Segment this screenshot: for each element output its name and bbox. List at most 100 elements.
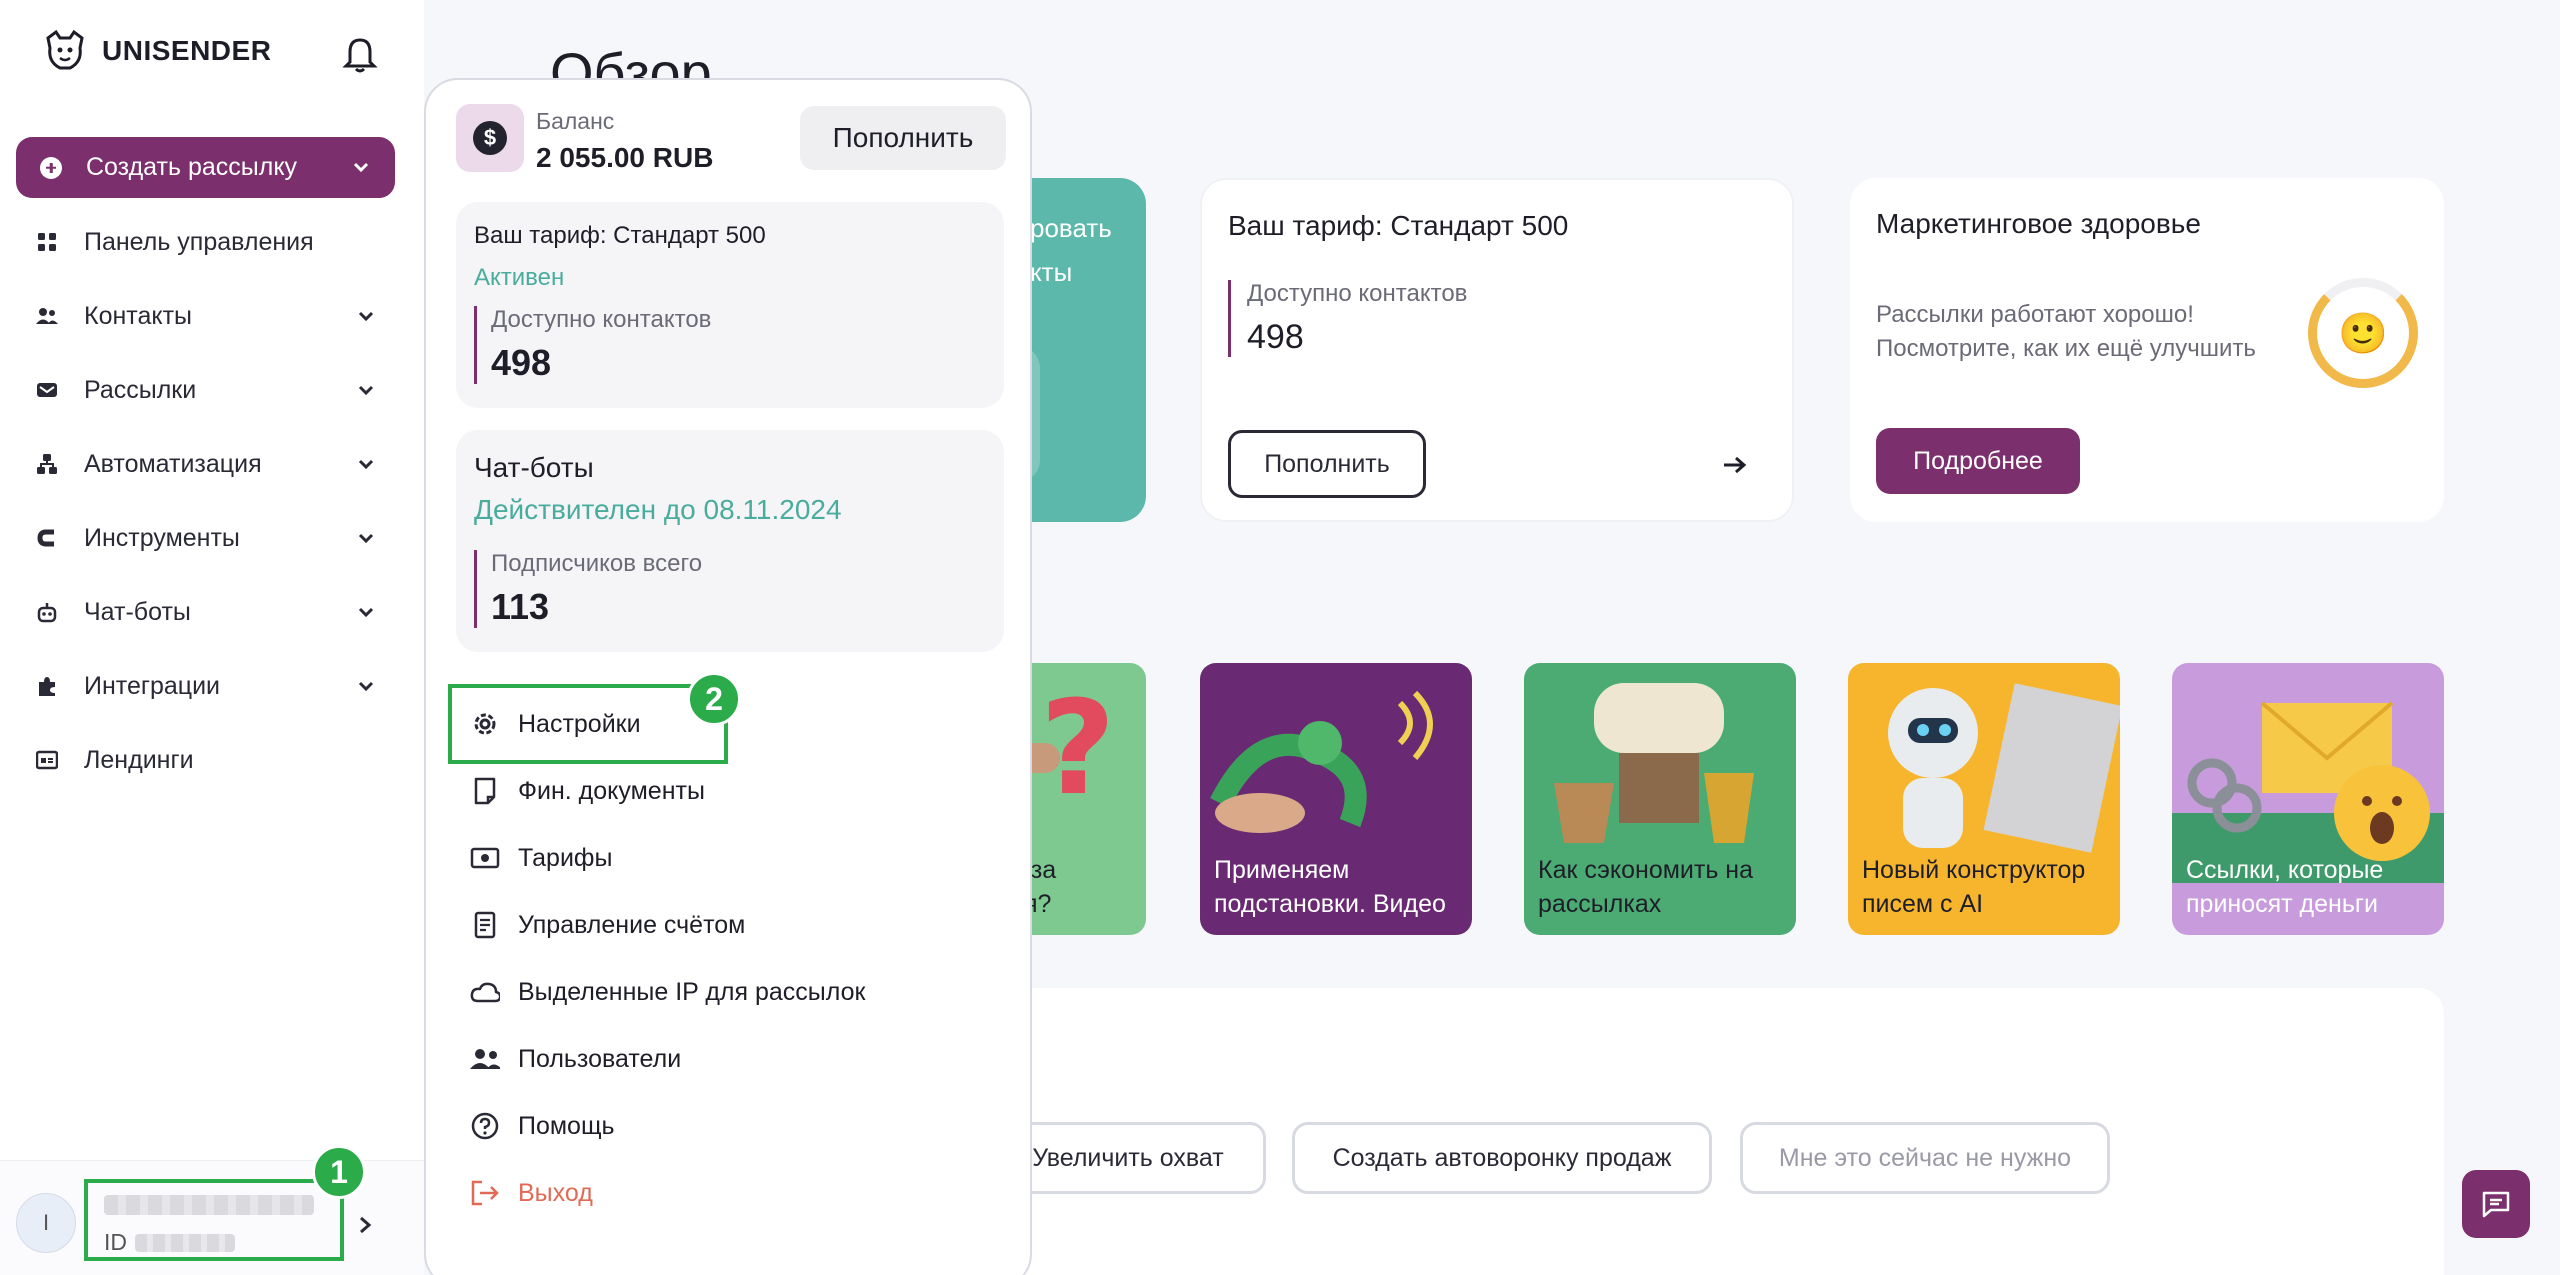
goal-chip-skip[interactable]: Мне это сейчас не нужно [1740, 1122, 2110, 1194]
grid-icon [36, 231, 58, 253]
robot-envelope-illustration [1888, 683, 2120, 853]
article-title: Применяем подстановки. Видео [1214, 853, 1446, 921]
sidebar-item-dashboard[interactable]: Панель управления [36, 222, 376, 262]
tariff-contacts-stat: Доступно контактов 498 [1228, 280, 1467, 357]
article-title-line: рассылках [1538, 890, 1662, 918]
sidebar-item-tools[interactable]: Инструменты [36, 518, 376, 558]
sidebar-item-campaigns[interactable]: Рассылки [36, 370, 376, 410]
article-card[interactable]: Применяем подстановки. Видео [1200, 663, 1472, 935]
logout-icon [470, 1178, 500, 1208]
menu-item-settings[interactable]: Настройки [470, 704, 641, 744]
tariff-arrow-button[interactable] [1702, 432, 1768, 498]
plus-circle-icon [40, 156, 62, 179]
sidebar-item-integrations[interactable]: Интеграции [36, 666, 376, 706]
automation-icon [36, 453, 58, 475]
menu-item-dedicated-ip[interactable]: Выделенные IP для рассылок [470, 972, 866, 1012]
contacts-label: Доступно контактов [491, 306, 712, 333]
chevron-down-icon [358, 459, 374, 470]
article-card[interactable]: Как сэкономить на рассылках [1524, 663, 1796, 935]
arrow-right-icon [1724, 456, 1747, 474]
menu-item-users[interactable]: Пользователи [470, 1039, 681, 1079]
sidebar-item-label: Панель управления [84, 227, 314, 256]
article-title-line: писем с AI [1862, 890, 1984, 918]
tariff-card: Ваш тариф: Стандарт 500 Доступно контакт… [1200, 178, 1794, 522]
article-title-line: Как сэкономить на [1538, 856, 1754, 884]
chevron-down-icon [358, 681, 374, 692]
article-title-line: Применяем [1214, 856, 1350, 884]
sidebar-item-landings[interactable]: Лендинги [36, 740, 376, 780]
tariff-title: Ваш тариф: Стандарт 500 [474, 222, 766, 249]
menu-item-account-management[interactable]: Управление счётом [470, 905, 745, 945]
chevron-down-icon [358, 607, 374, 618]
onboarding-card-text: ровать кты [1030, 206, 1112, 294]
article-title: Как сэкономить на рассылках [1538, 853, 1753, 921]
onboarding-text-line: ровать [1030, 213, 1112, 243]
article-title-line: подстановки. Видео [1214, 890, 1446, 918]
menu-item-fin-documents[interactable]: Фин. документы [470, 771, 705, 811]
sidebar-item-label: Контакты [84, 301, 192, 330]
article-title-line: Ссылки, которые [2186, 856, 2384, 884]
avatar: I [16, 1193, 76, 1253]
create-campaign-button[interactable]: Создать рассылку [16, 137, 395, 198]
menu-item-label: Тарифы [518, 843, 613, 872]
notification-bell-icon[interactable] [342, 36, 378, 74]
menu-item-label: Выход [518, 1178, 593, 1207]
chat-icon [2482, 1191, 2510, 1218]
banknote-icon [470, 843, 500, 873]
highlight-frame-user [84, 1179, 344, 1261]
subscribers-label: Подписчиков всего [491, 550, 703, 577]
chameleon-illustration [1210, 690, 1433, 833]
gear-icon [470, 709, 500, 739]
chat-support-button[interactable] [2462, 1170, 2530, 1238]
scales-illustration [1554, 683, 1754, 843]
article-card[interactable]: Новый конструктор писем с AI [1848, 663, 2120, 935]
menu-item-label: Пользователи [518, 1044, 682, 1073]
logo-text: UNISENDER [102, 35, 272, 66]
chatbots-title: Чат-боты [474, 452, 594, 483]
contacts-label: Доступно контактов [1247, 280, 1468, 307]
goal-chip-funnel[interactable]: Создать автоворонку продаж [1292, 1122, 1712, 1194]
menu-item-label: Помощь [518, 1111, 615, 1140]
balance-value: 2 055.00 RUB [536, 142, 714, 173]
panel-topup-button[interactable]: Пополнить [800, 106, 1006, 170]
article-title: Новый конструктор писем с AI [1862, 853, 2085, 921]
landing-page-icon [36, 749, 58, 771]
robot-icon [36, 601, 58, 623]
contacts-value: 498 [1247, 318, 1304, 356]
logo[interactable]: UNISENDER [42, 28, 271, 74]
logo-mascot-icon [46, 29, 84, 70]
sidebar-item-label: Лендинги [84, 745, 194, 774]
health-desc-line: Посмотрите, как их ещё улучшить [1876, 335, 2256, 362]
sidebar-item-label: Инструменты [84, 523, 240, 552]
more-button[interactable]: Подробнее [1876, 428, 2080, 494]
article-card[interactable]: Ссылки, которые приносят деньги [2172, 663, 2444, 935]
puzzle-icon [36, 675, 58, 697]
chevron-right-icon[interactable] [356, 1215, 374, 1235]
menu-item-help[interactable]: Помощь [470, 1106, 615, 1146]
smiley-icon: 🙂 [2338, 311, 2388, 356]
menu-item-label: Выделенные IP для рассылок [518, 977, 866, 1006]
contacts-value: 498 [491, 342, 552, 383]
sidebar-item-chatbots[interactable]: Чат-боты [36, 592, 376, 632]
people-icon [36, 305, 58, 327]
marketing-health-card: Маркетинговое здоровье Рассылки работают… [1850, 178, 2444, 522]
magnet-icon [36, 527, 58, 549]
link-envelope-illustration [2172, 701, 2444, 883]
subscribers-value: 113 [491, 586, 550, 627]
menu-item-logout[interactable]: Выход [470, 1173, 593, 1213]
document-icon [470, 776, 500, 806]
sidebar-item-automation[interactable]: Автоматизация [36, 444, 376, 484]
topup-button[interactable]: Пополнить [1228, 430, 1426, 498]
balance-icon: $ [456, 104, 524, 172]
balance-label: Баланс [536, 108, 615, 134]
dollar-coin-icon: $ [473, 121, 507, 155]
sidebar-item-label: Чат-боты [84, 597, 191, 626]
cloud-icon [470, 977, 500, 1007]
users-icon [470, 1044, 500, 1074]
article-title: Ссылки, которые приносят деньги [2186, 853, 2383, 921]
health-score-ring: 🙂 [2308, 278, 2418, 388]
tariff-summary: Ваш тариф: Стандарт 500 Активен Доступно… [456, 202, 1004, 408]
menu-item-tariffs[interactable]: Тарифы [470, 838, 612, 878]
sidebar-item-contacts[interactable]: Контакты [36, 296, 376, 336]
chevron-down-icon [358, 533, 374, 544]
